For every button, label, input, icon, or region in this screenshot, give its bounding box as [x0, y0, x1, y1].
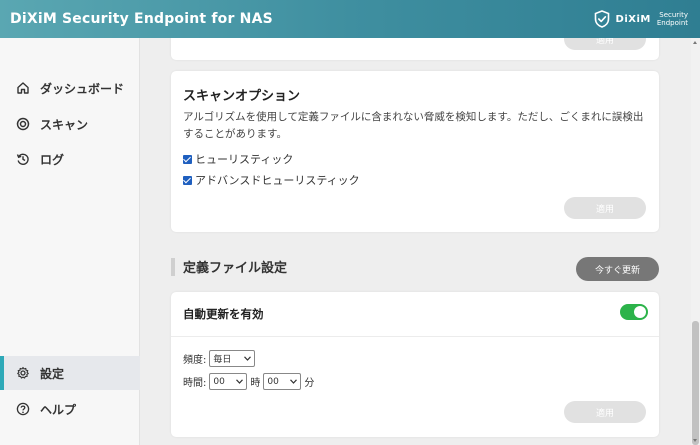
brand-name: DiXiM: [615, 13, 651, 25]
home-icon: [17, 82, 29, 94]
scan-options-description: アルゴリズムを使用して定義ファイルに含まれない脅威を検知します。ただし、ごくまれ…: [183, 111, 644, 140]
hour-select[interactable]: 00: [209, 373, 248, 390]
auto-update-label: 自動更新を有効: [183, 307, 264, 321]
history-icon: [16, 153, 29, 165]
section-title: 定義ファイル設定: [183, 261, 288, 276]
sidebar: ダッシュボード スキャン ログ 設定 ヘルプ: [0, 38, 140, 445]
divider: [171, 336, 659, 337]
heuristic-option[interactable]: ヒューリスティック: [183, 151, 293, 167]
scroll-up-arrow-icon[interactable]: [693, 41, 697, 44]
update-now-button[interactable]: 今すぐ更新: [576, 257, 659, 281]
scan-options-title: スキャンオプション: [183, 89, 301, 104]
sidebar-item-scan[interactable]: スキャン: [0, 107, 140, 141]
frequency-row: 頻度: 毎日: [183, 350, 256, 367]
gear-icon: [17, 366, 29, 379]
brand-sub-line2: Endpoint: [656, 19, 688, 27]
frequency-select[interactable]: 毎日: [209, 350, 256, 367]
help-icon: [16, 402, 30, 416]
sidebar-item-settings[interactable]: 設定: [0, 356, 140, 390]
sidebar-item-label: ログ: [40, 152, 65, 167]
time-label: 時間:: [183, 378, 207, 389]
scrollbar[interactable]: [691, 38, 700, 445]
target-icon: [16, 117, 30, 131]
scan-options-card: スキャンオプション アルゴリズムを使用して定義ファイルに含まれない脅威を検知しま…: [171, 71, 659, 232]
auto-update-card: 自動更新を有効 頻度: 毎日 時間: 00 時 00 分 適用: [171, 292, 659, 437]
apply-button[interactable]: 適用: [564, 38, 646, 50]
app-header: DiXiM Security Endpoint for NAS DiXiM Se…: [0, 0, 700, 38]
chevron-down-icon: [290, 379, 298, 384]
sidebar-item-help[interactable]: ヘルプ: [0, 392, 140, 426]
apply-button[interactable]: 適用: [564, 401, 646, 423]
heuristic-label: ヒューリスティック: [195, 153, 294, 166]
auto-update-toggle[interactable]: [620, 304, 648, 320]
app-title: DiXiM Security Endpoint for NAS: [10, 11, 273, 27]
section-marker: [171, 257, 175, 276]
definition-section-header: 定義ファイル設定: [171, 257, 287, 276]
sidebar-item-log[interactable]: ログ: [0, 142, 140, 176]
sidebar-item-dashboard[interactable]: ダッシュボード: [0, 71, 140, 105]
frequency-label: 頻度:: [183, 355, 207, 366]
brand-sub-line1: Security: [659, 11, 688, 19]
advanced-heuristic-option[interactable]: アドバンスドヒューリスティック: [183, 172, 360, 188]
heuristic-checkbox[interactable]: [183, 154, 192, 164]
sidebar-item-label: ダッシュボード: [40, 81, 125, 96]
brand-logo: DiXiM Security Endpoint: [594, 6, 688, 32]
advanced-heuristic-checkbox[interactable]: [183, 175, 192, 185]
time-row: 時間: 00 時 00 分: [183, 373, 314, 390]
scroll-down-arrow-icon[interactable]: [693, 439, 697, 442]
minute-select[interactable]: 00: [263, 373, 302, 390]
sidebar-item-label: ヘルプ: [40, 402, 77, 417]
brand-subtitle: Security Endpoint: [657, 11, 688, 27]
chevron-down-icon: [236, 379, 244, 384]
previous-settings-card: 適用: [171, 38, 659, 60]
settings-content: 適用 スキャンオプション アルゴリズムを使用して定義ファイルに含まれない脅威を検…: [141, 38, 691, 445]
advanced-heuristic-label: アドバンスドヒューリスティック: [195, 174, 360, 187]
apply-button[interactable]: 適用: [564, 197, 646, 219]
chevron-down-icon: [244, 356, 252, 361]
minute-unit: 分: [304, 378, 315, 389]
minute-value: 00: [267, 376, 279, 387]
shield-check-icon: [594, 10, 609, 28]
sidebar-item-label: 設定: [40, 366, 65, 381]
scroll-thumb[interactable]: [692, 321, 699, 445]
hour-value: 00: [213, 376, 225, 387]
hour-unit: 時: [250, 378, 261, 389]
sidebar-item-label: スキャン: [40, 117, 89, 132]
frequency-value: 毎日: [213, 355, 232, 365]
